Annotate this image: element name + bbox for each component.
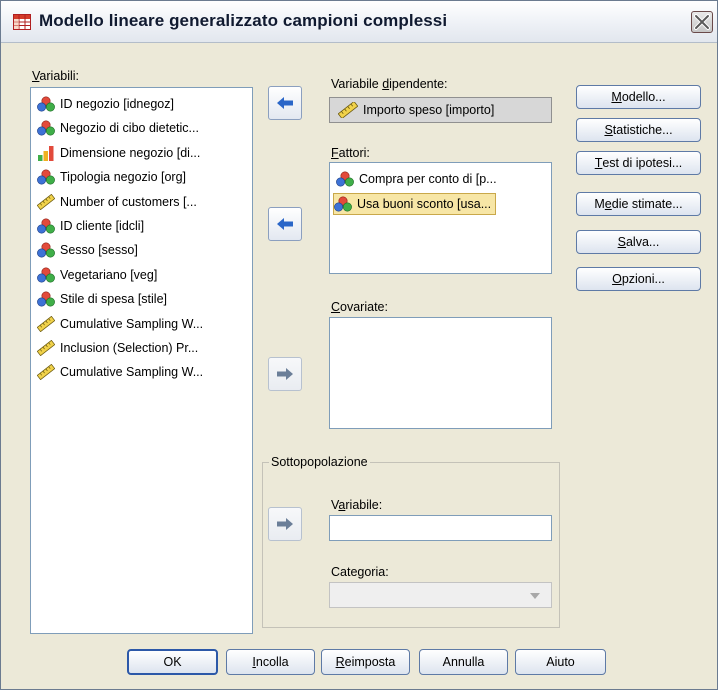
list-item[interactable]: ID cliente [idcli] <box>37 215 144 237</box>
move-to-factors-button[interactable] <box>268 207 302 241</box>
move-to-subpopulation-button[interactable] <box>268 507 302 541</box>
dialog-window: Modello lineare generalizzato campioni c… <box>0 0 718 690</box>
list-item[interactable]: Stile di spesa [stile] <box>37 288 167 310</box>
list-item-label: ID cliente [idcli] <box>60 219 145 233</box>
list-item[interactable]: Cumulative Sampling W... <box>37 313 203 335</box>
scale-ruler-icon <box>37 364 55 381</box>
help-button[interactable]: Aiuto <box>515 649 606 675</box>
factor-item[interactable]: Usa buoni sconto [usa... <box>333 193 497 215</box>
scale-ruler-icon <box>338 102 358 118</box>
chevron-down-icon[interactable] <box>530 593 540 599</box>
list-item-label: Vegetariano [veg] <box>60 267 158 282</box>
list-item[interactable]: ID negozio [idnegoz] <box>37 93 174 115</box>
nominal-icon <box>37 120 55 136</box>
list-item-label: Dimensione negozio [di... <box>60 145 201 160</box>
move-to-covariates-button[interactable] <box>268 357 302 391</box>
covariates-label: Covariate: <box>331 300 388 314</box>
subpopulation-variable-label: Variabile: <box>331 498 383 512</box>
subpopulation-category-label: Categoria: <box>331 565 389 579</box>
list-item-label: Sesso [sesso] <box>60 243 138 258</box>
list-item[interactable]: Cumulative Sampling W... <box>37 361 203 383</box>
scale-ruler-icon <box>37 193 55 210</box>
factors-label: Fattori: <box>331 146 370 160</box>
list-item-label: Inclusion (Selection) Pr... <box>60 341 199 355</box>
arrow-left-icon <box>277 218 293 230</box>
model-button[interactable]: Modello... <box>576 85 701 109</box>
list-item-label: Cumulative Sampling W... <box>60 316 204 331</box>
statistics-button[interactable]: Statistiche... <box>576 118 701 142</box>
factor-item-label: Usa buoni sconto [usa... <box>357 197 492 211</box>
subpopulation-variable-field[interactable] <box>329 515 552 541</box>
dependent-value: Importo speso [importo] <box>363 103 495 117</box>
list-item-label: Stile di spesa [stile] <box>60 292 167 307</box>
variables-listbox[interactable]: ID negozio [idnegoz] Negozio di cibo diet… <box>30 87 253 634</box>
table-grid-icon <box>13 14 31 30</box>
list-item-label: ID negozio [idnegoz] <box>60 97 174 111</box>
hypothesis-tests-button[interactable]: Test di ipotesi... <box>576 151 701 175</box>
arrow-right-icon <box>277 368 293 380</box>
title-bar[interactable]: Modello lineare generalizzato campioni c… <box>1 1 717 43</box>
arrow-right-icon <box>277 518 293 530</box>
options-button[interactable]: Opzioni... <box>576 267 701 291</box>
list-item[interactable]: Tipologia negozio [org] <box>37 166 186 188</box>
list-item[interactable]: Negozio di cibo dietetic... <box>37 117 199 139</box>
scale-ruler-icon <box>37 340 55 356</box>
nominal-icon <box>37 242 55 258</box>
list-item[interactable]: Sesso [sesso] <box>37 239 138 261</box>
ordinal-icon <box>38 145 54 161</box>
move-to-dependent-button[interactable] <box>268 86 302 120</box>
list-item-label: Tipologia negozio [org] <box>60 170 187 185</box>
ok-button[interactable]: OK <box>127 649 218 675</box>
factor-item[interactable]: Compra per conto di [p... <box>336 168 497 190</box>
list-item[interactable]: Number of customers [... <box>37 191 197 213</box>
list-item-label: Negozio di cibo dietetic... <box>60 121 199 136</box>
window-title: Modello lineare generalizzato campioni c… <box>39 11 448 30</box>
factors-listbox[interactable]: Compra per conto di [p... Usa buoni scont… <box>329 162 552 274</box>
nominal-icon <box>334 196 352 212</box>
dependent-field[interactable]: Importo speso [importo] <box>329 97 552 123</box>
subpopulation-category-combo[interactable] <box>329 582 552 608</box>
nominal-icon <box>37 291 55 307</box>
scale-ruler-icon <box>37 315 55 332</box>
arrow-left-icon <box>277 97 293 109</box>
list-item[interactable]: Inclusion (Selection) Pr... <box>37 337 198 359</box>
variables-label: Variabili: <box>32 69 80 83</box>
list-item[interactable]: Vegetariano [veg] <box>37 264 157 286</box>
nominal-icon <box>37 96 55 112</box>
list-item[interactable]: Dimensione negozio [di... <box>37 142 200 164</box>
list-item-label: Number of customers [... <box>60 194 197 209</box>
estimated-means-button[interactable]: Me die stimate... <box>576 192 701 216</box>
factor-item-label: Compra per conto di [p... <box>359 172 497 186</box>
save-button[interactable]: Salva... <box>576 230 701 254</box>
close-button[interactable] <box>691 11 713 33</box>
covariates-listbox[interactable] <box>329 317 552 429</box>
paste-button[interactable]: Incolla <box>226 649 315 675</box>
nominal-icon <box>37 267 55 283</box>
reset-button[interactable]: Reimposta <box>321 649 410 675</box>
dependent-label: Variabile dipendente: <box>331 77 448 91</box>
nominal-icon <box>37 169 55 185</box>
close-icon <box>694 14 710 30</box>
subpopulation-legend: Sottopopolazione <box>269 455 370 469</box>
nominal-icon <box>336 171 354 187</box>
nominal-icon <box>37 218 55 234</box>
list-item-label: Cumulative Sampling W... <box>60 365 204 380</box>
cancel-button[interactable]: Annulla <box>419 649 508 675</box>
